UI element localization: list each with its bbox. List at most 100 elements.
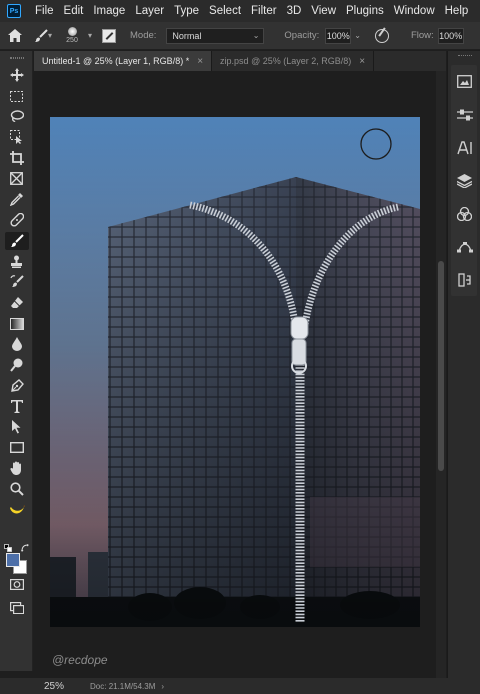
healing-brush-tool[interactable] [0, 210, 33, 231]
rectangle-tool[interactable] [0, 437, 33, 458]
building-zipper-artwork [50, 117, 420, 627]
zoom-tool[interactable] [0, 479, 33, 500]
zoom-level[interactable]: 25% [44, 681, 64, 692]
hand-icon [10, 461, 21, 476]
menu-window[interactable]: Window [389, 5, 440, 17]
tab-zip-psd[interactable]: zip.psd @ 25% (Layer 2, RGB/8) × [212, 51, 375, 71]
frame-tool[interactable] [0, 168, 33, 189]
magnifier-icon [9, 482, 24, 496]
swap-colors-icon[interactable] [21, 544, 30, 553]
gradient-tool[interactable] [0, 313, 33, 334]
close-icon[interactable]: × [359, 56, 365, 67]
brush-tool[interactable] [0, 231, 33, 252]
type-icon [10, 399, 23, 413]
crop-tool[interactable] [0, 148, 33, 169]
menu-type[interactable]: Type [169, 5, 204, 17]
bandage-icon [9, 213, 24, 227]
menu-file[interactable]: File [30, 5, 59, 17]
move-tool[interactable] [0, 65, 33, 86]
layers-panel-button[interactable] [451, 164, 478, 197]
menu-image[interactable]: Image [88, 5, 130, 17]
eraser-icon [10, 297, 23, 309]
home-button[interactable] [0, 29, 30, 42]
menu-edit[interactable]: Edit [59, 5, 89, 17]
tab-label: Untitled-1 @ 25% (Layer 1, RGB/8) * [42, 56, 190, 66]
marquee-tool[interactable] [0, 86, 33, 107]
object-selection-icon [9, 130, 22, 145]
object-select-tool[interactable] [0, 127, 33, 148]
paths-icon [456, 241, 473, 252]
canvas-area[interactable]: @recdope [34, 71, 436, 678]
frame-icon [10, 172, 23, 186]
brush-settings-panel-toggle[interactable] [102, 28, 117, 43]
hand-tool[interactable] [0, 458, 33, 479]
tools-panel [0, 51, 33, 671]
type-tool[interactable] [0, 396, 33, 417]
brush-size-value: 250 [66, 37, 78, 44]
quick-mask-icon[interactable] [9, 579, 24, 590]
panel-grip[interactable] [0, 51, 33, 65]
channels-panel-button[interactable] [451, 197, 478, 230]
photoshop-logo[interactable]: Ps [7, 4, 21, 18]
tool-preset-picker[interactable]: ▾ [30, 28, 56, 43]
history-panel-button[interactable] [451, 263, 478, 296]
status-bar: 25% Doc: 21.1M/54.3M › [0, 678, 480, 694]
character-panel-button[interactable] [451, 131, 478, 164]
document-tabs: Untitled-1 @ 25% (Layer 1, RGB/8) * × zi… [34, 51, 446, 71]
paintbrush-icon [10, 234, 24, 247]
default-colors-icon[interactable] [4, 544, 12, 552]
paths-panel-button[interactable] [451, 230, 478, 263]
home-icon [8, 29, 22, 42]
close-icon[interactable]: × [197, 56, 203, 67]
dodge-icon [9, 358, 22, 372]
scroll-thumb[interactable] [438, 261, 444, 471]
adjustments-panel-button[interactable] [451, 98, 478, 131]
menu-plugins[interactable]: Plugins [341, 5, 389, 17]
vertical-scrollbar[interactable] [436, 71, 446, 678]
panel-grip[interactable] [448, 51, 480, 61]
channels-icon [457, 206, 472, 221]
menu-layer[interactable]: Layer [130, 5, 169, 17]
history-brush-tool[interactable] [0, 272, 33, 293]
options-bar: ▾ 250 ▾ Mode: Normal ⌄ Opacity: 100% ⌄ F… [0, 22, 480, 50]
stamp-icon [11, 255, 22, 269]
lasso-tool[interactable] [0, 106, 33, 127]
clone-stamp-tool[interactable] [0, 251, 33, 272]
tab-label: zip.psd @ 25% (Layer 2, RGB/8) [220, 56, 352, 66]
menu-view[interactable]: View [306, 5, 341, 17]
menu-filter[interactable]: Filter [246, 5, 282, 17]
brush-preset-picker[interactable]: 250 [56, 22, 88, 50]
chevron-right-icon[interactable]: › [161, 682, 164, 691]
document-canvas[interactable] [50, 117, 420, 627]
foreground-color-swatch[interactable] [6, 553, 20, 567]
eyedropper-icon [9, 193, 23, 207]
water-drop-icon [11, 337, 22, 352]
menu-3d[interactable]: 3D [282, 5, 307, 17]
move-icon [9, 68, 24, 83]
blur-tool[interactable] [0, 334, 33, 355]
menu-select[interactable]: Select [204, 5, 246, 17]
history-brush-icon [9, 275, 24, 288]
pressure-opacity-icon[interactable] [374, 28, 389, 43]
chevron-down-icon[interactable]: ▾ [88, 31, 92, 40]
chevron-down-icon: ⌄ [252, 31, 260, 40]
color-swatches[interactable] [4, 544, 32, 574]
eyedropper-tool[interactable] [0, 189, 33, 210]
screen-mode-icon[interactable] [9, 602, 24, 614]
pen-tool[interactable] [0, 375, 33, 396]
eraser-tool[interactable] [0, 293, 33, 314]
chevron-down-icon[interactable]: ⌄ [354, 31, 361, 40]
opacity-field[interactable]: 100% [325, 27, 352, 44]
libraries-panel-button[interactable] [451, 65, 478, 98]
brush-tip-icon [67, 27, 77, 36]
mode-dropdown[interactable]: Normal ⌄ [166, 27, 265, 44]
dodge-tool[interactable] [0, 355, 33, 376]
flow-label: Flow: [410, 30, 434, 41]
path-select-tool[interactable] [0, 417, 33, 438]
rectangle-icon [9, 442, 24, 454]
banana-easter-egg[interactable] [0, 499, 33, 520]
menu-help[interactable]: Help [440, 5, 474, 17]
flow-field[interactable]: 100% [437, 27, 464, 44]
tab-untitled-1[interactable]: Untitled-1 @ 25% (Layer 1, RGB/8) * × [34, 51, 213, 71]
opacity-label: Opacity: [284, 30, 320, 41]
